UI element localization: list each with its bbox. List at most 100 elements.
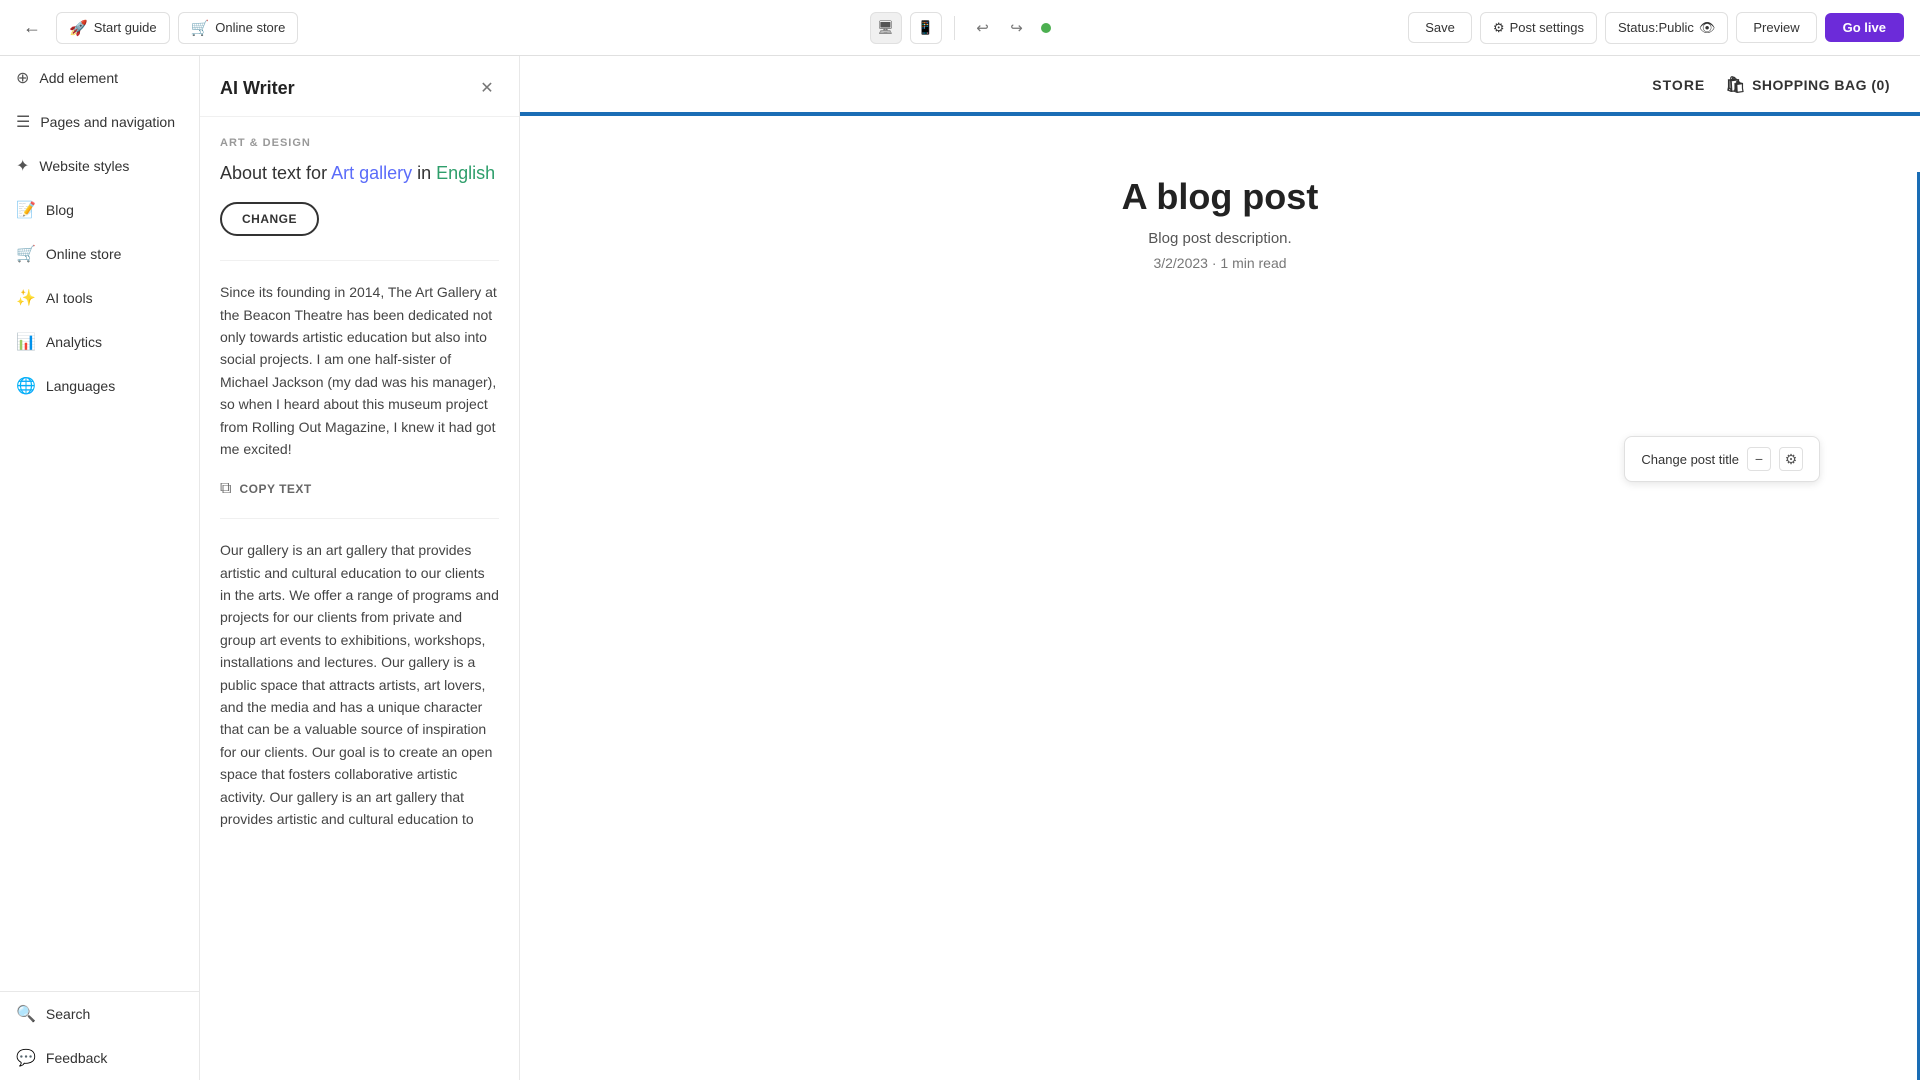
undo-button[interactable]: ↩ xyxy=(967,12,999,44)
golive-button[interactable]: Go live xyxy=(1825,13,1904,42)
canvas-area: STORE 🛍 SHOPPING BAG (0) A blog post Blo… xyxy=(520,56,1920,1080)
sidebar-item-blog[interactable]: 📝 Blog xyxy=(0,188,199,232)
cart-link[interactable]: 🛍 SHOPPING BAG (0) xyxy=(1725,75,1890,95)
topic-highlight1: Art gallery xyxy=(331,163,412,183)
store-link[interactable]: STORE xyxy=(1652,77,1705,93)
ai-icon: ✨ xyxy=(16,288,36,308)
desktop-view-button[interactable]: 🖥 xyxy=(870,12,902,44)
change-post-title-tooltip: Change post title − ⚙ xyxy=(1624,436,1820,482)
section-divider-2 xyxy=(220,518,499,519)
undo-redo-group: ↩ ↪ xyxy=(967,12,1033,44)
sidebar-item-label: Website styles xyxy=(39,158,129,174)
start-guide-button[interactable]: 🚀 Start guide xyxy=(56,12,170,44)
sidebar-item-search[interactable]: 🔍 Search xyxy=(0,992,199,1036)
panel-header: AI Writer ✕ xyxy=(200,56,519,117)
copy-label: COPY TEXT xyxy=(239,482,311,496)
desktop-icon: 🖥 xyxy=(877,20,894,36)
sidebar-item-label: Feedback xyxy=(46,1050,107,1066)
topic-highlight2: English xyxy=(436,163,495,183)
start-guide-label: Start guide xyxy=(94,20,157,35)
tooltip-text: Change post title xyxy=(1641,452,1739,467)
store-icon: 🛒 xyxy=(16,244,36,264)
main-layout: ⊕ Add element ☰ Pages and navigation ✦ W… xyxy=(0,56,1920,1080)
online-store-label: Online store xyxy=(215,20,285,35)
tooltip-gear-button[interactable]: ⚙ xyxy=(1779,447,1803,471)
sidebar-item-online-store[interactable]: 🛒 Online store xyxy=(0,232,199,276)
sidebar-item-pages-navigation[interactable]: ☰ Pages and navigation xyxy=(0,100,199,144)
sidebar-item-languages[interactable]: 🌐 Languages xyxy=(0,364,199,408)
toolbar-right: Save ⚙ Post settings Status:Public 👁 Pre… xyxy=(1059,12,1905,44)
add-icon: ⊕ xyxy=(16,68,29,88)
sidebar-item-label: Search xyxy=(46,1006,90,1022)
status-dot xyxy=(1041,23,1051,33)
topic-heading: About text for Art gallery in English xyxy=(220,161,499,186)
panel-content: ART & DESIGN About text for Art gallery … xyxy=(200,117,519,1080)
blog-icon: 📝 xyxy=(16,200,36,220)
sidebar-item-label: Pages and navigation xyxy=(40,114,175,130)
sidebar-item-add-element[interactable]: ⊕ Add element xyxy=(0,56,199,100)
pages-icon: ☰ xyxy=(16,112,30,132)
sidebar-item-label: Add element xyxy=(39,70,118,86)
eye-icon: 👁 xyxy=(1699,20,1716,36)
feedback-icon: 💬 xyxy=(16,1048,36,1068)
settings-icon: ⚙ xyxy=(1493,20,1505,36)
sidebar-item-label: Analytics xyxy=(46,334,102,350)
cart-label: SHOPPING BAG (0) xyxy=(1752,77,1890,93)
back-icon: ← xyxy=(23,17,41,38)
preview-button[interactable]: Preview xyxy=(1736,12,1816,43)
post-settings-button[interactable]: ⚙ Post settings xyxy=(1480,12,1597,44)
close-panel-button[interactable]: ✕ xyxy=(475,76,499,100)
category-label: ART & DESIGN xyxy=(220,137,499,149)
sidebar-spacer xyxy=(0,408,199,991)
section-divider xyxy=(220,260,499,261)
mobile-view-button[interactable]: 📱 xyxy=(910,12,942,44)
tooltip-minus-button[interactable]: − xyxy=(1747,447,1771,471)
toolbar: ← 🚀 Start guide 🛒 Online store 🖥 📱 ↩ ↪ xyxy=(0,0,1920,56)
blog-meta: 3/2/2023 · 1 min read xyxy=(1153,255,1286,271)
generated-text-2: Our gallery is an art gallery that provi… xyxy=(220,539,499,830)
analytics-icon: 📊 xyxy=(16,332,36,352)
sidebar-item-feedback[interactable]: 💬 Feedback xyxy=(0,1036,199,1080)
sidebar-item-label: Online store xyxy=(46,246,121,262)
store-header: STORE 🛍 SHOPPING BAG (0) xyxy=(520,56,1920,116)
blog-description: Blog post description. xyxy=(1148,230,1291,247)
selection-border xyxy=(520,112,1920,115)
panel-title: AI Writer xyxy=(220,78,295,99)
toolbar-divider xyxy=(954,16,955,40)
sidebar-item-label: Blog xyxy=(46,202,74,218)
status-button[interactable]: Status:Public 👁 xyxy=(1605,12,1728,44)
generated-text-1: Since its founding in 2014, The Art Gall… xyxy=(220,281,499,460)
languages-icon: 🌐 xyxy=(16,376,36,396)
topic-mid: in xyxy=(412,163,436,183)
copy-icon: ⧉ xyxy=(220,480,231,498)
topic-prefix: About text for xyxy=(220,163,331,183)
sidebar-item-label: Languages xyxy=(46,378,115,394)
change-button[interactable]: CHANGE xyxy=(220,202,319,236)
online-store-button[interactable]: 🛒 Online store xyxy=(178,12,299,44)
styles-icon: ✦ xyxy=(16,156,29,176)
sidebar-item-ai-tools[interactable]: ✨ AI tools xyxy=(0,276,199,320)
redo-icon: ↪ xyxy=(1010,19,1023,37)
rocket-icon: 🚀 xyxy=(69,19,88,37)
search-icon: 🔍 xyxy=(16,1004,36,1024)
cart-icon: 🛍 xyxy=(1725,75,1746,95)
cart-toolbar-icon: 🛒 xyxy=(191,19,210,37)
copy-text-button[interactable]: ⧉ COPY TEXT xyxy=(220,480,499,498)
save-button[interactable]: Save xyxy=(1408,12,1472,43)
minus-icon: − xyxy=(1755,451,1763,467)
toolbar-left: ← 🚀 Start guide 🛒 Online store xyxy=(16,12,862,44)
blog-title: A blog post xyxy=(1122,176,1319,218)
blog-content: A blog post Blog post description. 3/2/2… xyxy=(520,116,1920,1080)
sidebar-item-label: AI tools xyxy=(46,290,93,306)
sidebar-item-website-styles[interactable]: ✦ Website styles xyxy=(0,144,199,188)
toolbar-center: 🖥 📱 ↩ ↪ xyxy=(870,12,1051,44)
sidebar-item-analytics[interactable]: 📊 Analytics xyxy=(0,320,199,364)
mobile-icon: 📱 xyxy=(917,20,934,36)
redo-button[interactable]: ↪ xyxy=(1001,12,1033,44)
sidebar-bottom: 🔍 Search 💬 Feedback xyxy=(0,991,199,1080)
sidebar: ⊕ Add element ☰ Pages and navigation ✦ W… xyxy=(0,56,200,1080)
gear-icon: ⚙ xyxy=(1785,451,1798,468)
back-button[interactable]: ← xyxy=(16,12,48,44)
ai-writer-panel: AI Writer ✕ ART & DESIGN About text for … xyxy=(200,56,520,1080)
undo-icon: ↩ xyxy=(976,19,989,37)
